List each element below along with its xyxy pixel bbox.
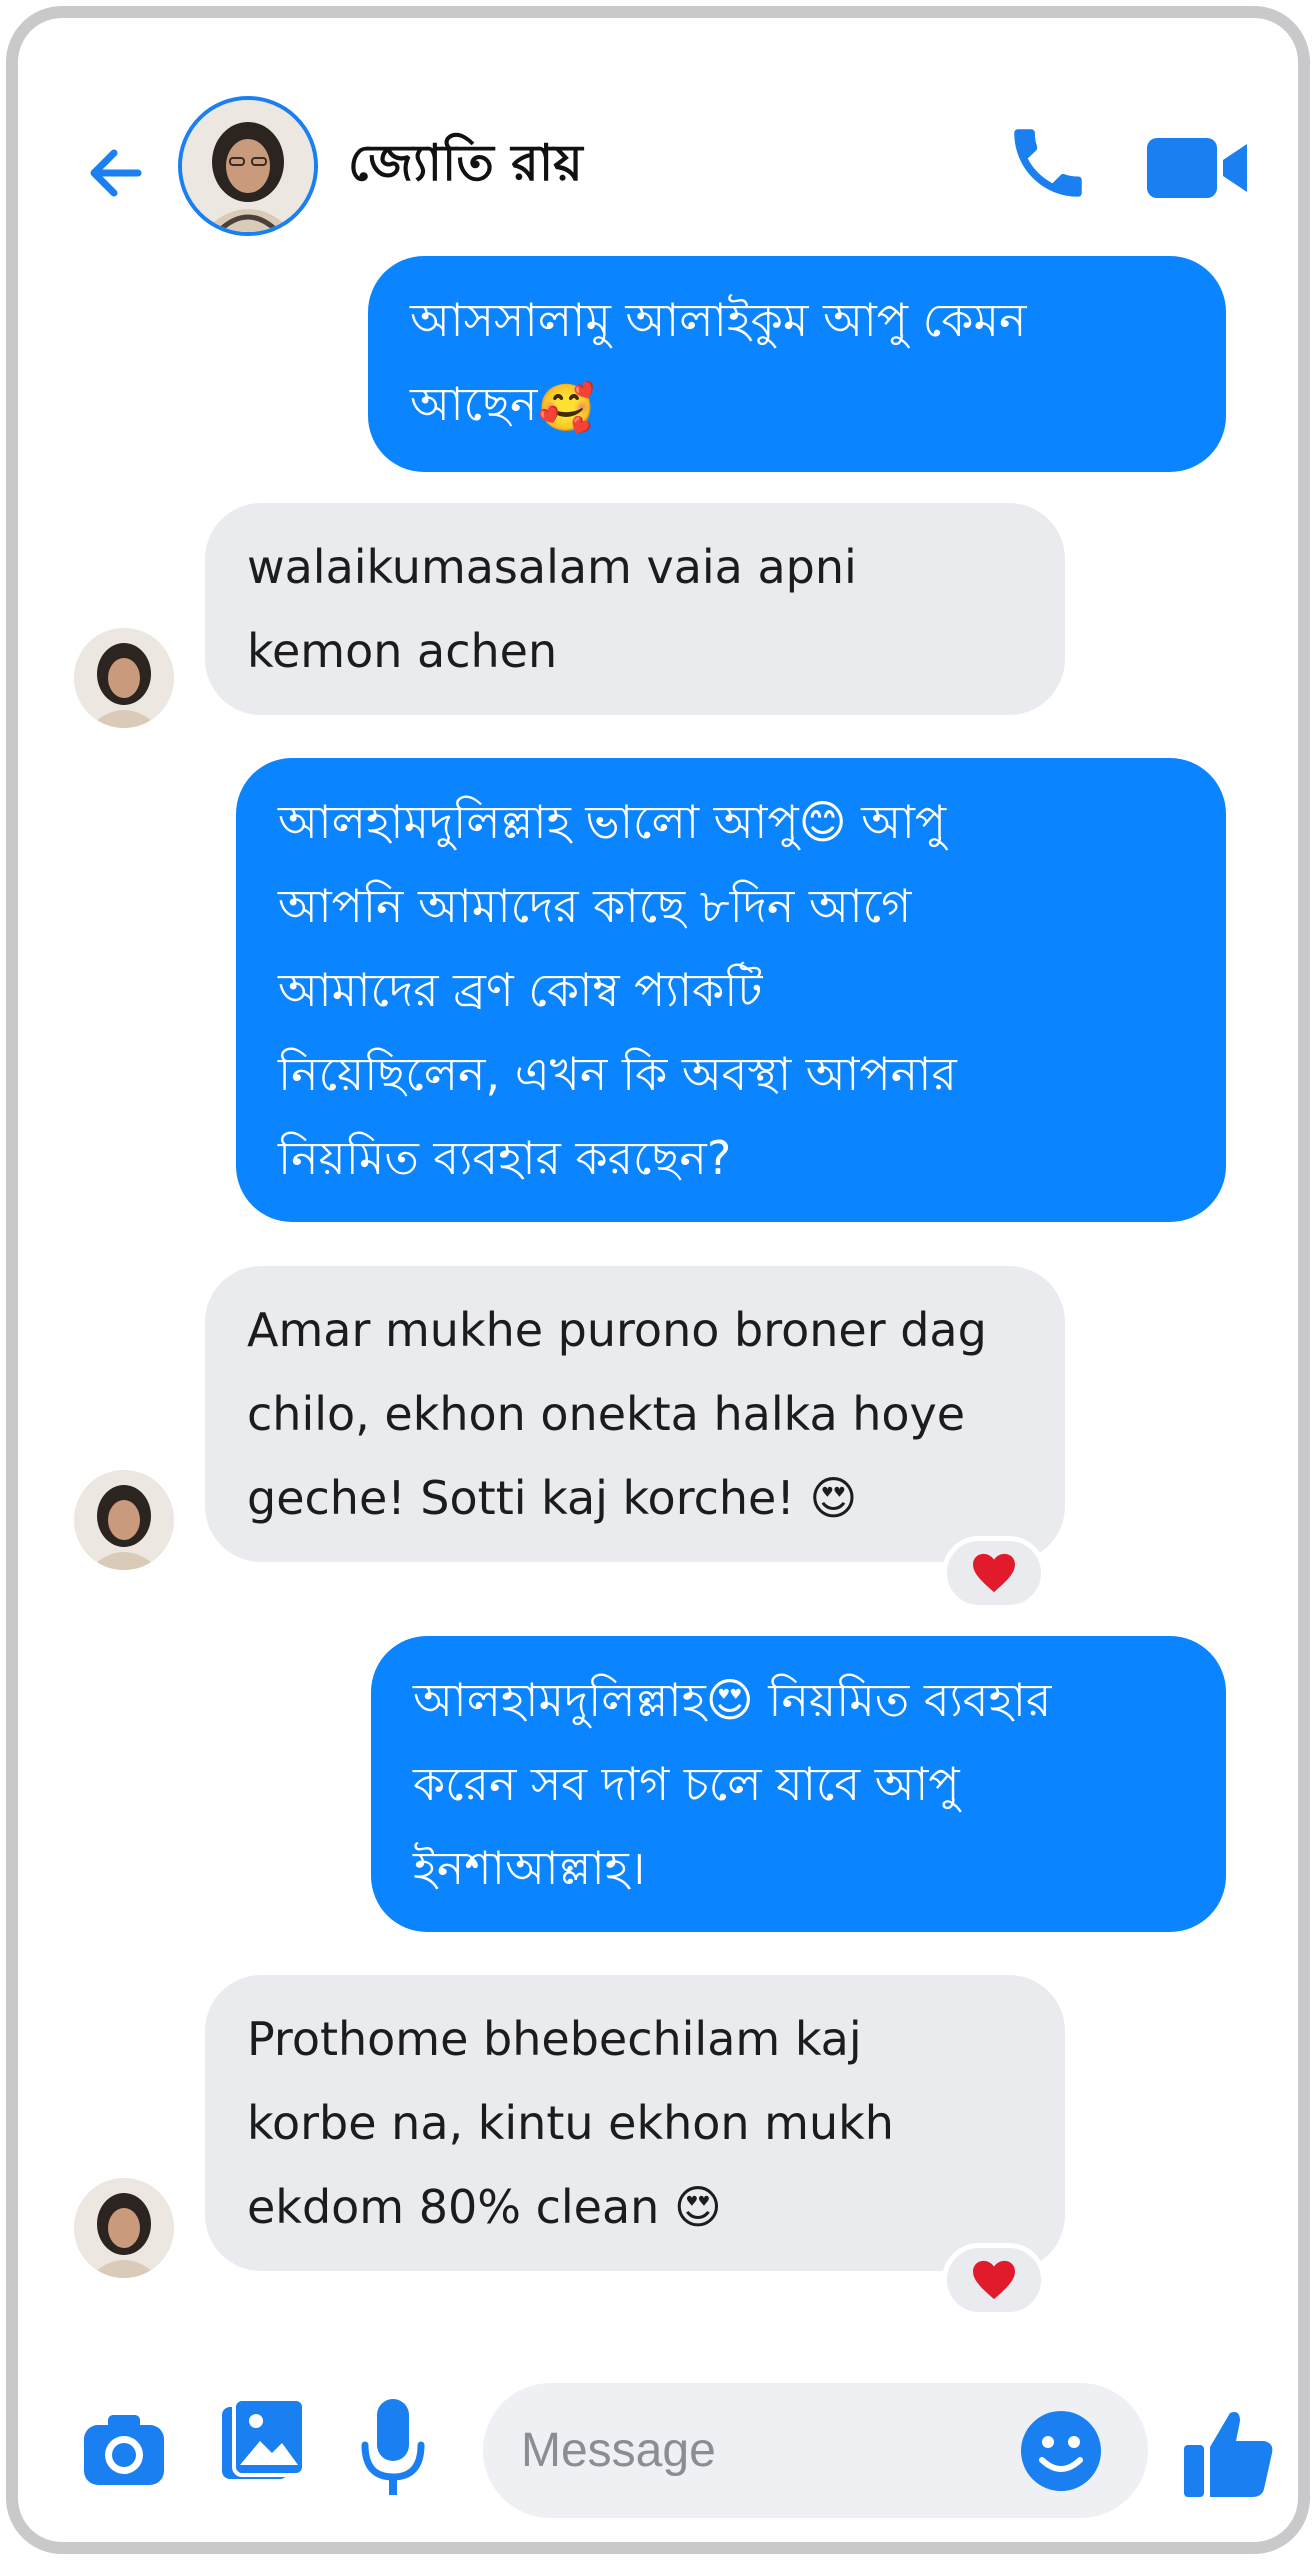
gallery-button[interactable] xyxy=(218,2393,308,2493)
contact-avatar[interactable] xyxy=(178,96,318,236)
gallery-icon xyxy=(222,2397,306,2479)
video-call-button[interactable] xyxy=(1143,130,1253,205)
heart-reaction[interactable] xyxy=(942,1536,1046,1610)
microphone-icon xyxy=(361,2399,425,2495)
message-text: আসসালামু আলাইকুম আপু কেমন আছেন xyxy=(410,293,1027,431)
person-photo-icon xyxy=(74,1470,174,1570)
sender-avatar[interactable] xyxy=(74,628,174,728)
voice-message-button[interactable] xyxy=(353,2393,433,2503)
phone-icon xyxy=(1014,129,1082,197)
message-text: Amar mukhe purono broner dag chilo, ekho… xyxy=(247,1303,987,1525)
emoji-button[interactable] xyxy=(1018,2408,1104,2494)
heart-reaction[interactable] xyxy=(942,2243,1046,2317)
person-photo-icon xyxy=(182,100,314,232)
smiling-face-hearts-emoji: 🥰 xyxy=(537,380,595,435)
thumbs-up-icon xyxy=(1184,2412,1273,2497)
like-button[interactable] xyxy=(1178,2403,1278,2503)
message-text: Prothome bhebechilam kaj korbe na, kintu… xyxy=(247,2012,894,2234)
message-text: আলহামদুলিল্লাহ😍 নিয়মিত ব্যবহার করেন সব … xyxy=(413,1673,1052,1895)
camera-icon xyxy=(84,2415,164,2485)
sender-avatar[interactable] xyxy=(74,1470,174,1570)
heart-icon xyxy=(973,2260,1015,2300)
person-photo-icon xyxy=(74,2178,174,2278)
message-text: আলহামদুলিল্লাহ ভালো আপু😊 আপু আপনি আমাদের… xyxy=(278,795,957,1185)
chat-header: জ্যোতি রায় xyxy=(18,18,1298,236)
outgoing-message[interactable]: আলহামদুলিল্লাহ😍 নিয়মিত ব্যবহার করেন সব … xyxy=(371,1636,1226,1932)
smiley-icon xyxy=(1021,2411,1101,2491)
contact-name[interactable]: জ্যোতি রায় xyxy=(348,126,583,209)
incoming-message[interactable]: Prothome bhebechilam kaj korbe na, kintu… xyxy=(205,1975,1065,2271)
arrow-left-icon xyxy=(90,149,142,197)
outgoing-message[interactable]: আসসালামু আলাইকুম আপু কেমন আছেন🥰 xyxy=(368,256,1226,472)
back-button[interactable] xyxy=(78,133,158,213)
sender-avatar[interactable] xyxy=(74,2178,174,2278)
voice-call-button[interactable] xyxy=(1003,118,1093,208)
chat-window: জ্যোতি রায় আসসালামু আলাইকুম আপু কেমন আছ… xyxy=(6,6,1310,2554)
incoming-message[interactable]: Amar mukhe purono broner dag chilo, ekho… xyxy=(205,1266,1065,1562)
message-text: walaikumasalam vaia apni kemon achen xyxy=(247,540,857,678)
video-camera-icon xyxy=(1147,138,1247,198)
message-composer xyxy=(18,2348,1298,2542)
heart-icon xyxy=(973,1553,1015,1593)
camera-button[interactable] xyxy=(78,2403,170,2495)
person-photo-icon xyxy=(74,628,174,728)
outgoing-message[interactable]: আলহামদুলিল্লাহ ভালো আপু😊 আপু আপনি আমাদের… xyxy=(236,758,1226,1222)
incoming-message[interactable]: walaikumasalam vaia apni kemon achen xyxy=(205,503,1065,715)
